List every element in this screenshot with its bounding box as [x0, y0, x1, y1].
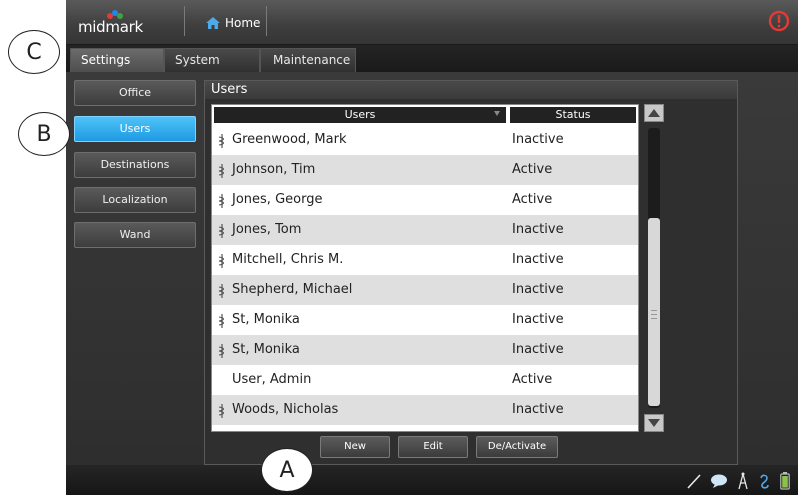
column-header-users[interactable]: Users [214, 107, 506, 123]
home-button[interactable]: Home [205, 12, 260, 34]
user-status: Inactive [512, 342, 564, 357]
scrollbar[interactable] [643, 104, 665, 432]
table-row[interactable]: Woods, Nicholas Inactive [212, 395, 638, 425]
sidebar-item-office[interactable]: Office [74, 80, 196, 106]
callout-b: B [18, 112, 70, 156]
sidebar-item-localization[interactable]: Localization [74, 187, 196, 213]
table-row[interactable]: Johnson, Tim Active [212, 155, 638, 185]
chat-icon [711, 474, 727, 488]
user-name: Woods, Nicholas [232, 402, 339, 417]
main-content: Office Users Destinations Localization W… [66, 72, 798, 465]
scroll-down-button[interactable] [644, 414, 664, 432]
callout-c: C [8, 30, 60, 74]
table-row[interactable]: Jones, Tom Inactive [212, 215, 638, 245]
table-header: Users Status [212, 105, 638, 123]
tab-system[interactable]: System [164, 48, 260, 72]
divider [184, 6, 185, 36]
antenna-icon [738, 472, 748, 490]
table-body: Greenwood, Mark Inactive Johnson, Tim Activ… [212, 125, 638, 425]
caduceus-icon [218, 314, 225, 328]
home-icon [206, 17, 220, 29]
users-panel: Users Users Status Greenwood, Mark Inacti… [204, 80, 738, 465]
tab-bar: Settings System Maintenance [66, 45, 798, 72]
sidebar-item-destinations[interactable]: Destinations [74, 152, 196, 178]
user-name: St, Monika [232, 312, 300, 327]
caduceus-icon [218, 404, 225, 418]
table-row[interactable]: Greenwood, Mark Inactive [212, 125, 638, 155]
caduceus-icon [218, 164, 225, 178]
user-name: Mitchell, Chris M. [232, 252, 344, 267]
caduceus-icon [218, 284, 225, 298]
user-name: Jones, Tom [232, 222, 302, 237]
table-row[interactable]: Shepherd, Michael Inactive [212, 275, 638, 305]
scroll-up-button[interactable] [644, 104, 664, 122]
user-name: St, Monika [232, 342, 300, 357]
scroll-grip-icon [651, 310, 657, 319]
user-name: Shepherd, Michael [232, 282, 353, 297]
table-row[interactable]: Jones, George Active [212, 185, 638, 215]
status-icons [686, 471, 790, 491]
caduceus-icon [218, 194, 225, 208]
user-status: Active [512, 162, 553, 177]
sort-caret-icon [494, 111, 500, 116]
caduceus-icon [218, 224, 225, 238]
user-name: Johnson, Tim [232, 162, 316, 177]
user-name: Greenwood, Mark [232, 132, 347, 147]
user-status: Inactive [512, 252, 564, 267]
arrow-down-icon [648, 419, 660, 427]
users-table: Users Status Greenwood, Mark Inactive John… [211, 104, 639, 432]
sidebar-item-users[interactable]: Users [74, 116, 196, 142]
column-header-status[interactable]: Status [510, 107, 636, 123]
pen-icon [687, 474, 701, 489]
user-status: Active [512, 192, 553, 207]
tab-maintenance[interactable]: Maintenance [260, 48, 356, 72]
table-row[interactable]: St, Monika Inactive [212, 335, 638, 365]
user-name: Jones, George [232, 192, 323, 207]
user-status: Inactive [512, 132, 564, 147]
deactivate-button[interactable]: De/Activate [476, 436, 558, 458]
tab-settings[interactable]: Settings [70, 48, 164, 72]
callout-a: A [261, 448, 313, 492]
top-bar: midmark Home [66, 0, 798, 45]
user-status: Inactive [512, 402, 564, 417]
user-status: Inactive [512, 312, 564, 327]
logo-text: midmark [78, 18, 143, 36]
caduceus-icon [218, 254, 225, 268]
caduceus-icon [218, 134, 225, 148]
divider [266, 6, 267, 36]
user-status: Inactive [512, 222, 564, 237]
user-name: User, Admin [232, 372, 312, 387]
status-bar [66, 465, 798, 495]
table-row[interactable]: St, Monika Inactive [212, 305, 638, 335]
edit-button[interactable]: Edit [398, 436, 468, 458]
home-label: Home [225, 16, 261, 30]
caduceus-icon [218, 344, 225, 358]
device-screen: midmark Home Settings System Maintenance… [66, 0, 798, 495]
panel-title: Users [205, 81, 737, 99]
battery-icon [780, 472, 790, 490]
table-row[interactable]: User, Admin Active [212, 365, 638, 395]
user-status: Inactive [512, 282, 564, 297]
new-button[interactable]: New [320, 436, 390, 458]
table-row[interactable]: Mitchell, Chris M. Inactive [212, 245, 638, 275]
power-icon[interactable] [768, 10, 790, 32]
user-status: Active [512, 372, 553, 387]
sidebar-item-wand[interactable]: Wand [74, 222, 196, 248]
ear-icon [760, 474, 769, 489]
arrow-up-icon [648, 109, 660, 117]
column-header-users-label: Users [344, 108, 376, 121]
